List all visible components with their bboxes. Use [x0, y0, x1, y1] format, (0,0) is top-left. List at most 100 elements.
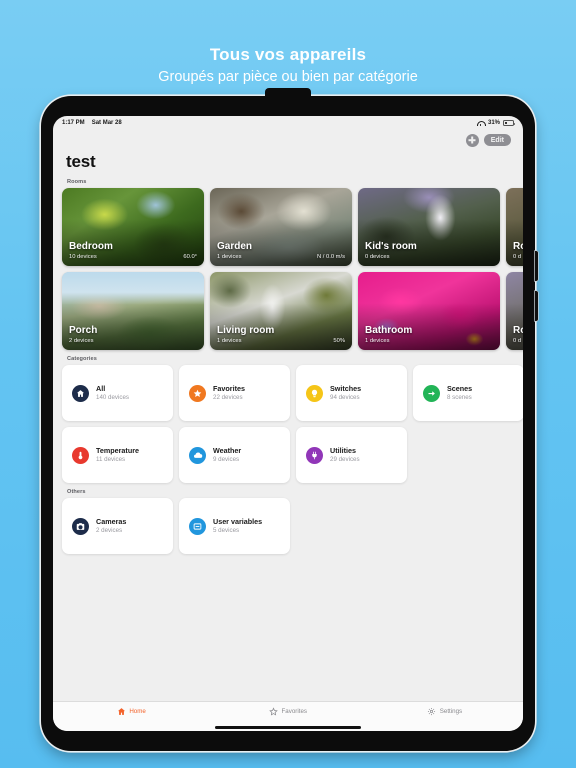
promo-header: Tous vos appareils Groupés par pièce ou … — [0, 44, 576, 88]
other-card-cameras[interactable]: Cameras 2 devices — [62, 498, 173, 554]
category-card-switches[interactable]: Switches 94 devices — [296, 365, 407, 421]
volume-up-button[interactable] — [534, 251, 538, 281]
tab-settings[interactable]: Settings — [366, 707, 523, 716]
room-card[interactable]: Garden 1 devices N / 0.0 m/s — [210, 188, 352, 266]
room-device-count: 2 devices — [69, 338, 94, 344]
promo-title: Tous vos appareils — [209, 45, 367, 64]
tab-label: Home — [129, 707, 146, 715]
room-device-count: 1 devices — [217, 254, 242, 260]
category-sub: 29 devices — [330, 456, 360, 463]
camera-bump — [265, 88, 311, 99]
device-screen: 1:17 PM Sat Mar 28 31% Edit test Rooms B… — [53, 116, 523, 731]
other-name: User variables — [213, 517, 263, 526]
add-button[interactable] — [465, 133, 479, 147]
category-name: Weather — [213, 446, 242, 455]
category-name: Favorites — [213, 384, 245, 393]
category-sub: 8 scenes — [447, 394, 472, 401]
room-card-partial[interactable]: Ro 0 d — [506, 188, 523, 266]
other-card-user-variables[interactable]: User variables 5 devices — [179, 498, 290, 554]
room-name: Bedroom — [69, 241, 113, 252]
category-sub: 94 devices — [330, 394, 360, 401]
category-name: Temperature — [96, 446, 140, 455]
camera-icon — [72, 517, 89, 535]
room-name: Kid's room — [365, 241, 417, 252]
other-sub: 2 devices — [96, 527, 123, 534]
room-name: Living room — [217, 325, 275, 336]
room-card[interactable]: Bathroom 1 devices — [358, 272, 500, 350]
category-sub: 22 devices — [213, 394, 243, 401]
others-section-label: Others — [67, 489, 86, 495]
room-device-count: 1 devices — [365, 338, 390, 344]
home-icon — [72, 384, 89, 402]
cloud-icon — [189, 446, 206, 464]
category-sub: 11 devices — [96, 456, 126, 463]
promo-subtitle: Groupés par pièce ou bien par catégorie — [158, 69, 418, 85]
variable-icon — [189, 517, 206, 535]
category-name: Scenes — [447, 384, 473, 393]
other-name: Cameras — [96, 517, 127, 526]
tab-favorites[interactable]: Favorites — [210, 707, 367, 716]
other-sub: 5 devices — [213, 527, 240, 534]
room-value: 60.0° — [183, 254, 197, 260]
rooms-row-1[interactable]: Bedroom 10 devices 60.0° Garden 1 device… — [62, 188, 523, 266]
category-name: Utilities — [330, 446, 356, 455]
tablet-device-frame: 1:17 PM Sat Mar 28 31% Edit test Rooms B… — [41, 88, 538, 751]
category-name: Switches — [330, 384, 362, 393]
category-card-weather[interactable]: Weather 9 devices — [179, 427, 290, 483]
rooms-section-label: Rooms — [67, 179, 87, 185]
category-card-favorites[interactable]: Favorites 22 devices — [179, 365, 290, 421]
room-name: Bathroom — [365, 325, 413, 336]
room-value: N / 0.0 m/s — [316, 254, 345, 260]
rooms-row-2[interactable]: Porch 2 devices Living room 1 devices 50… — [62, 272, 523, 350]
rooms-section: Bedroom 10 devices 60.0° Garden 1 device… — [53, 188, 523, 350]
tab-home[interactable]: Home — [53, 707, 210, 716]
categories-section-label: Categories — [67, 356, 97, 362]
volume-down-button[interactable] — [534, 291, 538, 321]
room-device-count: 0 devices — [365, 254, 390, 260]
room-device-count: 0 d — [513, 254, 522, 260]
others-row-1: Cameras 2 devices User variables 5 devic… — [62, 498, 523, 554]
categories-section: All 140 devices Favorites 22 devices Swi… — [53, 365, 523, 483]
room-name: Ro — [513, 241, 523, 252]
room-device-count: 1 devices — [217, 338, 242, 344]
room-device-count: 0 d — [513, 338, 522, 344]
tab-label: Favorites — [281, 707, 307, 715]
wifi-icon — [476, 120, 486, 126]
home-icon — [117, 707, 126, 716]
star-icon — [269, 707, 278, 716]
category-card-utilities[interactable]: Utilities 29 devices — [296, 427, 407, 483]
status-time: 1:17 PM — [62, 120, 85, 126]
room-card[interactable]: Bedroom 10 devices 60.0° — [62, 188, 204, 266]
categories-row-1: All 140 devices Favorites 22 devices Swi… — [62, 365, 523, 421]
battery-icon — [503, 120, 515, 126]
category-sub: 140 devices — [96, 394, 130, 401]
battery-percent: 31% — [487, 120, 500, 126]
others-section: Cameras 2 devices User variables 5 devic… — [53, 498, 523, 554]
tab-label: Settings — [439, 707, 463, 715]
room-card[interactable]: Kid's room 0 devices — [358, 188, 500, 266]
categories-row-2: Temperature 11 devices Weather 9 devices — [62, 427, 523, 483]
category-name: All — [96, 384, 106, 393]
category-card-scenes[interactable]: Scenes 8 scenes — [413, 365, 523, 421]
room-name: Porch — [69, 325, 98, 336]
category-card-all[interactable]: All 140 devices — [62, 365, 173, 421]
room-value: 50% — [333, 338, 345, 344]
status-bar: 1:17 PM Sat Mar 28 31% — [53, 116, 523, 130]
status-date: Sat Mar 28 — [91, 120, 122, 126]
nav-action-row: Edit — [53, 130, 523, 150]
main-content[interactable]: test Rooms Bedroom 10 devices 60.0° Gard… — [53, 150, 523, 701]
room-card[interactable]: Living room 1 devices 50% — [210, 272, 352, 350]
edit-button[interactable]: Edit — [483, 134, 511, 146]
plug-icon — [306, 446, 323, 464]
room-name: Ro — [513, 325, 523, 336]
tab-bar: Home Favorites Settings — [53, 701, 523, 731]
room-card[interactable]: Porch 2 devices — [62, 272, 204, 350]
category-card-temperature[interactable]: Temperature 11 devices — [62, 427, 173, 483]
category-sub: 9 devices — [213, 456, 240, 463]
star-icon — [189, 384, 206, 402]
room-card-partial[interactable]: Ro 0 d — [506, 272, 523, 350]
lightbulb-icon — [306, 384, 323, 402]
page-title: test — [66, 152, 96, 171]
thermometer-icon — [72, 446, 89, 464]
home-indicator[interactable] — [215, 725, 361, 729]
